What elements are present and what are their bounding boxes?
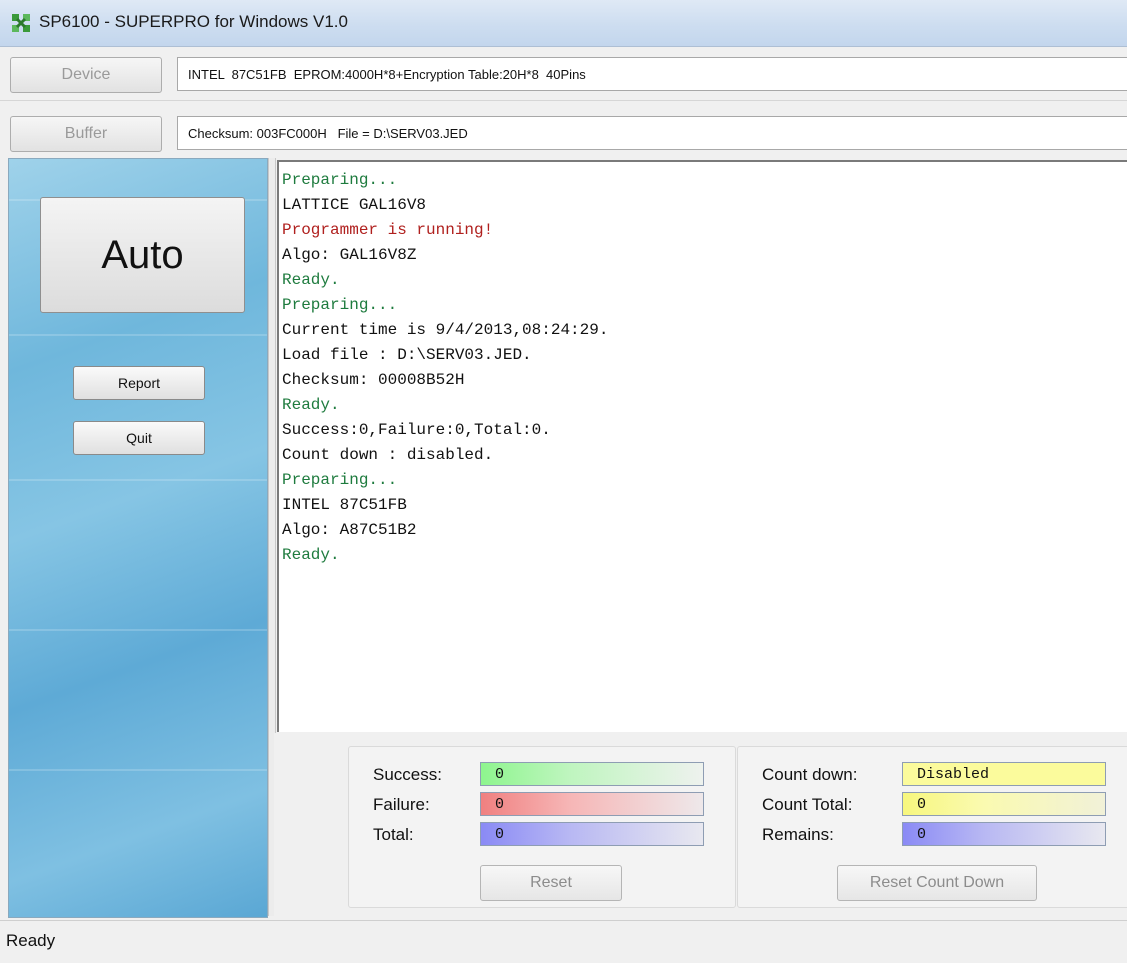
log-line: Algo: A87C51B2	[282, 521, 417, 539]
title-bar[interactable]: SP6100 - SUPERPRO for Windows V1.0	[0, 0, 1127, 47]
success-counter: 0	[480, 762, 704, 786]
success-label: Success:	[373, 765, 442, 784]
report-button[interactable]: Report	[73, 366, 205, 400]
buffer-row: Buffer Checksum: 003FC000H File = D:\SER…	[0, 110, 1127, 156]
log-line: Algo: GAL16V8Z	[282, 246, 417, 264]
reset-button[interactable]: Reset	[480, 865, 622, 901]
total-label: Total:	[373, 825, 414, 844]
window-title: SP6100 - SUPERPRO for Windows V1.0	[39, 12, 348, 31]
log-line: INTEL 87C51FB	[282, 496, 407, 514]
water-ripple	[9, 479, 267, 481]
remains-counter: 0	[902, 822, 1106, 846]
count-total-label: Count Total:	[762, 795, 853, 814]
buffer-info-field: Checksum: 003FC000H File = D:\SERV03.JED	[177, 116, 1127, 150]
statistics-group: Success: 0 Failure: 0 Total: 0 Reset	[348, 746, 736, 908]
device-button[interactable]: Device	[10, 57, 162, 93]
status-text: Ready	[6, 931, 56, 950]
superpro-window: SP6100 - SUPERPRO for Windows V1.0 Devic…	[0, 0, 1127, 963]
log-line: Current time is 9/4/2013,08:24:29.	[282, 321, 609, 339]
log-line: Programmer is running!	[282, 221, 494, 239]
countdown-label: Count down:	[762, 765, 858, 784]
left-control-panel: Auto Report Quit	[8, 158, 268, 918]
log-line: Preparing...	[282, 171, 398, 189]
auto-button[interactable]: Auto	[40, 197, 245, 313]
count-total-field[interactable]: 0	[902, 792, 1106, 816]
remains-label: Remains:	[762, 825, 834, 844]
log-line: Checksum: 00008B52H	[282, 371, 465, 389]
failure-label: Failure:	[373, 795, 430, 814]
countdown-value: Disabled	[902, 762, 1106, 786]
counter-panel: Success: 0 Failure: 0 Total: 0 Reset Cou…	[274, 733, 1127, 916]
quit-button[interactable]: Quit	[73, 421, 205, 455]
log-line: LATTICE GAL16V8	[282, 196, 427, 214]
log-line: Preparing...	[282, 296, 398, 314]
log-line: Load file : D:\SERV03.JED.	[282, 346, 532, 364]
status-bar: Ready	[0, 920, 1127, 963]
log-line: Ready.	[282, 271, 340, 289]
log-line: Success:0,Failure:0,Total:0.	[282, 421, 551, 439]
superpro-app-icon	[12, 14, 30, 32]
countdown-group: Count down: Disabled Count Total: 0 Rema…	[737, 746, 1127, 908]
output-log[interactable]: Preparing... LATTICE GAL16V8 Programmer …	[277, 160, 1127, 732]
buffer-button[interactable]: Buffer	[10, 116, 162, 152]
water-ripple	[9, 334, 267, 336]
device-row: Device INTEL 87C51FB EPROM:4000H*8+Encry…	[0, 48, 1127, 101]
total-counter: 0	[480, 822, 704, 846]
log-line: Preparing...	[282, 471, 398, 489]
device-info-field: INTEL 87C51FB EPROM:4000H*8+Encryption T…	[177, 57, 1127, 91]
log-line: Ready.	[282, 546, 340, 564]
failure-counter: 0	[480, 792, 704, 816]
reset-count-down-button[interactable]: Reset Count Down	[837, 865, 1037, 901]
water-ripple	[9, 629, 267, 631]
log-line: Count down : disabled.	[282, 446, 494, 464]
water-ripple	[9, 769, 267, 771]
log-line: Ready.	[282, 396, 340, 414]
